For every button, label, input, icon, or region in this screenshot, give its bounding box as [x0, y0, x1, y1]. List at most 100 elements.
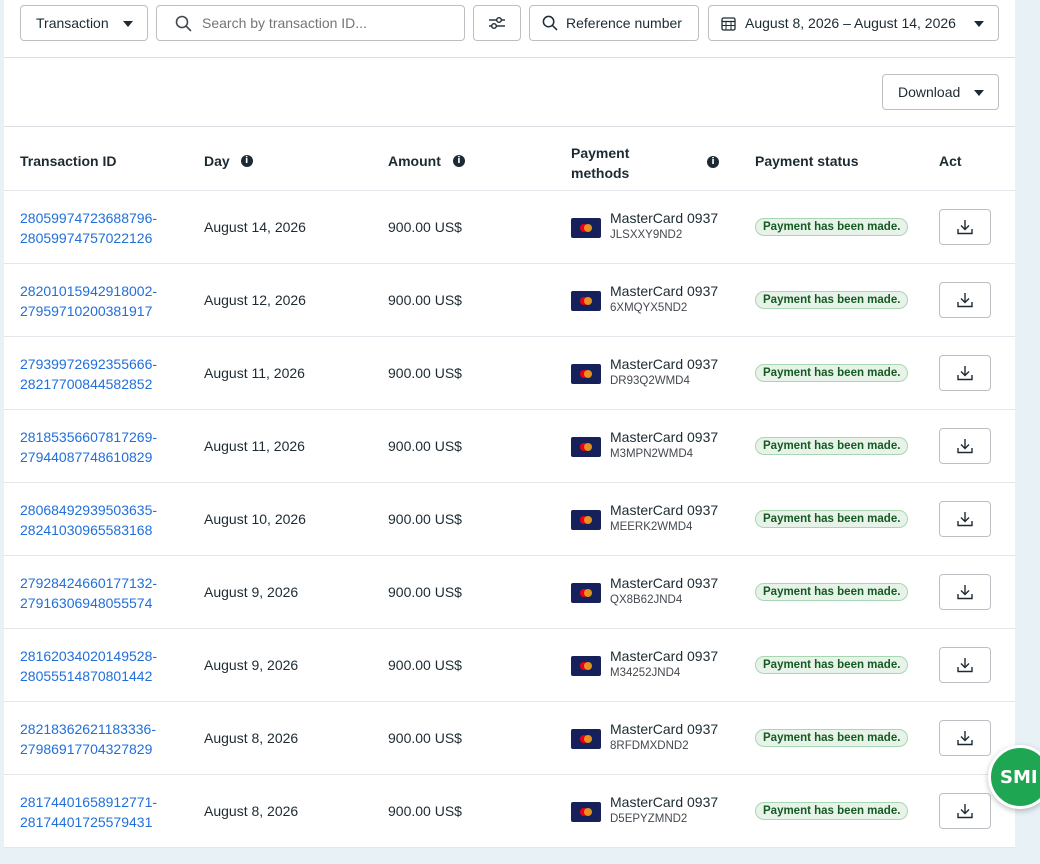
download-receipt-button[interactable]: [939, 720, 991, 756]
status-badge: Payment has been made.: [755, 656, 909, 674]
transaction-day: August 9, 2026: [204, 657, 299, 673]
payment-method-name: MasterCard 0937: [610, 721, 719, 737]
download-receipt-button[interactable]: [939, 209, 991, 245]
download-icon: [957, 512, 973, 527]
reference-number-label: Reference number: [566, 15, 682, 31]
payment-method-code: QX8B62JND4: [610, 594, 683, 606]
transaction-id-part1: 28185356607817269-: [20, 429, 158, 445]
transaction-amount: 900.00 US$: [388, 219, 462, 235]
filter-bar: Transaction Reference number: [4, 0, 1015, 58]
transaction-id-link[interactable]: 27928424660177132- 27916306948055574: [20, 573, 157, 613]
table-body: 28059974723688796- 28059974757022126 Aug…: [4, 191, 1015, 848]
transaction-day: August 10, 2026: [204, 511, 306, 527]
table-row: 28068492939503635- 28241030965583168 Aug…: [4, 483, 1015, 556]
search-icon: [542, 15, 558, 31]
mastercard-icon: [571, 510, 601, 530]
transaction-day: August 9, 2026: [204, 584, 299, 600]
download-receipt-button[interactable]: [939, 428, 991, 464]
status-badge: Payment has been made.: [755, 583, 909, 601]
header-day[interactable]: Day i: [204, 153, 253, 169]
mastercard-icon: [571, 729, 601, 749]
transaction-id-link[interactable]: 28218362621183336- 27986917704327829: [20, 719, 156, 759]
search-input[interactable]: [200, 14, 450, 32]
transaction-id-part1: 28059974723688796-: [20, 210, 158, 226]
transaction-id-link[interactable]: 28059974723688796- 28059974757022126: [20, 208, 157, 248]
payment-method-code: M3MPN2WMD4: [610, 448, 694, 460]
transaction-id-part1: 28068492939503635-: [20, 502, 158, 518]
download-receipt-button[interactable]: [939, 282, 991, 318]
info-icon[interactable]: i: [707, 156, 719, 168]
status-badge: Payment has been made.: [755, 364, 909, 382]
download-receipt-button[interactable]: [939, 574, 991, 610]
download-icon: [957, 293, 973, 308]
mastercard-icon: [571, 218, 601, 238]
transaction-id-link[interactable]: 28068492939503635- 28241030965583168: [20, 500, 157, 540]
transaction-day: August 14, 2026: [204, 219, 306, 235]
download-receipt-button[interactable]: [939, 647, 991, 683]
transaction-id-part1: 27939972692355666-: [20, 356, 158, 372]
table-row: 27928424660177132- 27916306948055574 Aug…: [4, 556, 1015, 629]
transaction-id-part2: 27986917704327829: [20, 741, 153, 757]
transaction-id-link[interactable]: 28174401658912771- 28174401725579431: [20, 792, 157, 832]
payment-method-name: MasterCard 0937: [610, 794, 719, 810]
transaction-id-link[interactable]: 28185356607817269- 27944087748610829: [20, 427, 157, 467]
transaction-amount: 900.00 US$: [388, 511, 462, 527]
status-badge: Payment has been made.: [755, 729, 909, 747]
toolbar: Download: [4, 58, 1015, 127]
status-badge: Payment has been made.: [755, 510, 909, 528]
transaction-id-part2: 28174401725579431: [20, 814, 153, 830]
date-range-picker[interactable]: August 8, 2026 – August 14, 2026: [708, 5, 999, 41]
transaction-id-link[interactable]: 28162034020149528- 28055514870801442: [20, 646, 157, 686]
download-button[interactable]: Download: [882, 74, 999, 110]
download-icon: [957, 220, 973, 235]
table-row: 28059974723688796- 28059974757022126 Aug…: [4, 191, 1015, 264]
header-payment-status[interactable]: Payment status: [755, 153, 858, 169]
header-transaction-id[interactable]: Transaction ID: [20, 153, 116, 169]
search-icon: [175, 15, 192, 31]
header-payment-status-label: Payment status: [755, 153, 859, 169]
mastercard-icon: [571, 656, 601, 676]
download-receipt-button[interactable]: [939, 793, 991, 829]
download-icon: [957, 658, 973, 673]
payment-method-code: M34252JND4: [610, 667, 681, 679]
header-payment-methods[interactable]: Payment methods i: [571, 143, 719, 183]
transaction-id-part2: 28059974757022126: [20, 230, 153, 246]
transaction-id-part1: 28201015942918002-: [20, 283, 158, 299]
table-row: 28185356607817269- 27944087748610829 Aug…: [4, 410, 1015, 483]
filter-settings-button[interactable]: [473, 5, 521, 41]
status-badge: Payment has been made.: [755, 291, 909, 309]
search-field[interactable]: [156, 5, 465, 41]
transaction-id-link[interactable]: 27939972692355666- 28217700844582852: [20, 354, 157, 394]
transactions-panel: Transaction Reference number: [4, 0, 1015, 848]
transaction-id-link[interactable]: 28201015942918002- 27959710200381917: [20, 281, 157, 321]
transaction-type-dropdown[interactable]: Transaction: [20, 5, 148, 41]
transaction-id-part1: 27928424660177132-: [20, 575, 158, 591]
transaction-amount: 900.00 US$: [388, 584, 462, 600]
payment-method-name: MasterCard 0937: [610, 356, 719, 372]
mastercard-icon: [571, 364, 601, 384]
download-icon: [957, 804, 973, 819]
transaction-id-part1: 28218362621183336-: [20, 721, 156, 737]
header-amount[interactable]: Amount i: [388, 153, 465, 169]
payment-method-code: 6XMQYX5ND2: [610, 302, 688, 314]
table-row: 28201015942918002- 27959710200381917 Aug…: [4, 264, 1015, 337]
chevron-down-icon: [974, 90, 984, 96]
status-badge: Payment has been made.: [755, 437, 909, 455]
info-icon[interactable]: i: [240, 155, 253, 167]
status-badge: Payment has been made.: [755, 218, 909, 236]
mastercard-icon: [571, 583, 601, 603]
sliders-icon: [489, 17, 505, 29]
download-receipt-button[interactable]: [939, 355, 991, 391]
mastercard-icon: [571, 437, 601, 457]
transaction-day: August 12, 2026: [204, 292, 306, 308]
download-icon: [957, 366, 973, 381]
info-icon[interactable]: i: [452, 155, 465, 167]
payment-method-code: D5EPYZMND2: [610, 813, 688, 825]
header-day-label: Day: [204, 153, 230, 169]
header-act: Act: [939, 153, 962, 169]
payment-method-name: MasterCard 0937: [610, 429, 719, 445]
date-range-label: August 8, 2026 – August 14, 2026: [745, 15, 956, 31]
transaction-type-label: Transaction: [36, 15, 109, 31]
reference-number-button[interactable]: Reference number: [529, 5, 699, 41]
download-receipt-button[interactable]: [939, 501, 991, 537]
